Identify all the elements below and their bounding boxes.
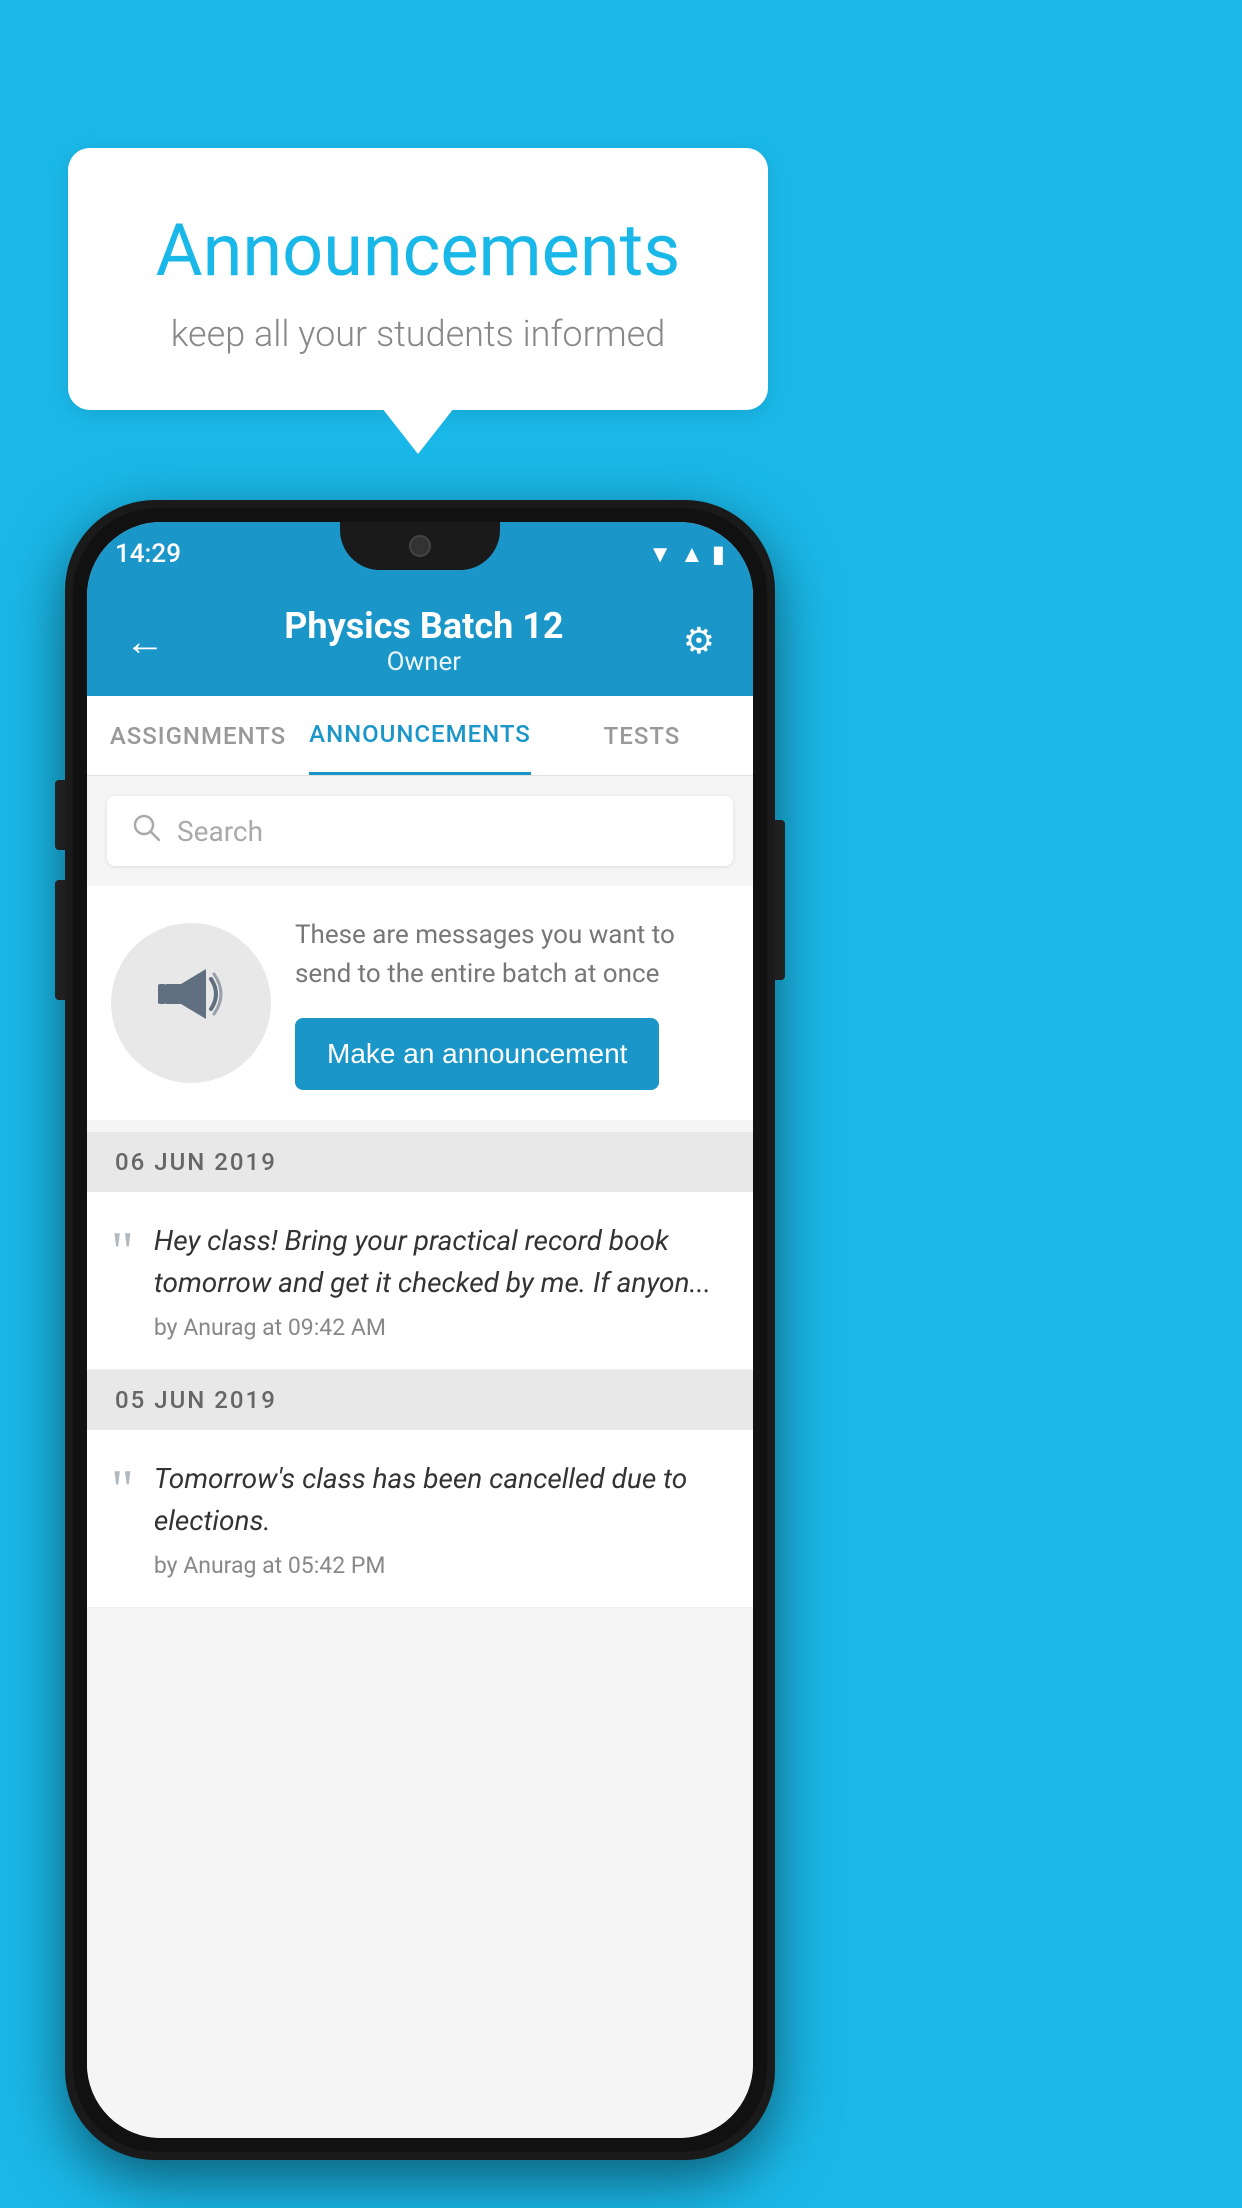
tab-assignments[interactable]: ASSIGNMENTS: [87, 696, 309, 775]
quote-icon-1: ": [111, 1224, 134, 1280]
notch-camera: [409, 535, 431, 557]
quote-icon-2: ": [111, 1462, 134, 1518]
announcement-meta-1: by Anurag at 09:42 AM: [154, 1314, 729, 1341]
speech-bubble: Announcements keep all your students inf…: [68, 148, 768, 410]
side-button-volume-down: [55, 880, 65, 1000]
tab-announcements[interactable]: ANNOUNCEMENTS: [309, 696, 531, 775]
announcement-text-1: Hey class! Bring your practical record b…: [154, 1220, 729, 1304]
promo-text-block: These are messages you want to send to t…: [295, 916, 729, 1090]
settings-button[interactable]: ⚙: [673, 610, 725, 672]
announcement-text-block-2: Tomorrow's class has been cancelled due …: [154, 1458, 729, 1579]
tab-tests[interactable]: TESTS: [531, 696, 753, 775]
announcement-item-2[interactable]: " Tomorrow's class has been cancelled du…: [87, 1430, 753, 1608]
speech-bubble-container: Announcements keep all your students inf…: [68, 148, 768, 410]
announcement-meta-2: by Anurag at 05:42 PM: [154, 1552, 729, 1579]
app-bar: ← Physics Batch 12 Owner ⚙: [87, 586, 753, 696]
bubble-subtitle: keep all your students informed: [118, 313, 718, 355]
app-bar-title-block: Physics Batch 12 Owner: [175, 605, 673, 677]
announcement-item-1[interactable]: " Hey class! Bring your practical record…: [87, 1192, 753, 1370]
phone-outer: 14:29 ▼ ▲ ▮ ← Physics Batch 12 Owner ⚙: [65, 500, 775, 2160]
back-button[interactable]: ←: [115, 608, 175, 675]
status-icons: ▼ ▲ ▮: [648, 540, 725, 569]
status-time: 14:29: [115, 539, 181, 569]
announcement-text-2: Tomorrow's class has been cancelled due …: [154, 1458, 729, 1542]
megaphone-icon: [146, 949, 236, 1057]
phone-notch: [340, 522, 500, 570]
signal-icon: ▲: [680, 540, 704, 569]
tabs-bar: ASSIGNMENTS ANNOUNCEMENTS TESTS: [87, 696, 753, 776]
promo-block: These are messages you want to send to t…: [87, 886, 753, 1120]
bubble-title: Announcements: [118, 208, 718, 293]
phone-device: 14:29 ▼ ▲ ▮ ← Physics Batch 12 Owner ⚙: [65, 500, 775, 2160]
phone-inner: 14:29 ▼ ▲ ▮ ← Physics Batch 12 Owner ⚙: [73, 508, 767, 2152]
make-announcement-button[interactable]: Make an announcement: [295, 1018, 659, 1090]
battery-icon: ▮: [712, 540, 725, 568]
search-icon: [131, 812, 161, 850]
promo-description: These are messages you want to send to t…: [295, 916, 729, 994]
phone-screen: 14:29 ▼ ▲ ▮ ← Physics Batch 12 Owner ⚙: [87, 522, 753, 2138]
date-divider-1: 06 JUN 2019: [87, 1132, 753, 1192]
app-bar-title: Physics Batch 12: [175, 605, 673, 647]
promo-icon-circle: [111, 923, 271, 1083]
app-bar-subtitle: Owner: [175, 647, 673, 677]
search-bar[interactable]: Search: [107, 796, 733, 866]
search-placeholder: Search: [177, 815, 263, 848]
content-area: Search: [87, 776, 753, 2138]
date-divider-2: 05 JUN 2019: [87, 1370, 753, 1430]
side-button-power: [775, 820, 785, 980]
announcement-text-block-1: Hey class! Bring your practical record b…: [154, 1220, 729, 1341]
side-button-volume-up: [55, 780, 65, 850]
wifi-icon: ▼: [648, 540, 672, 569]
